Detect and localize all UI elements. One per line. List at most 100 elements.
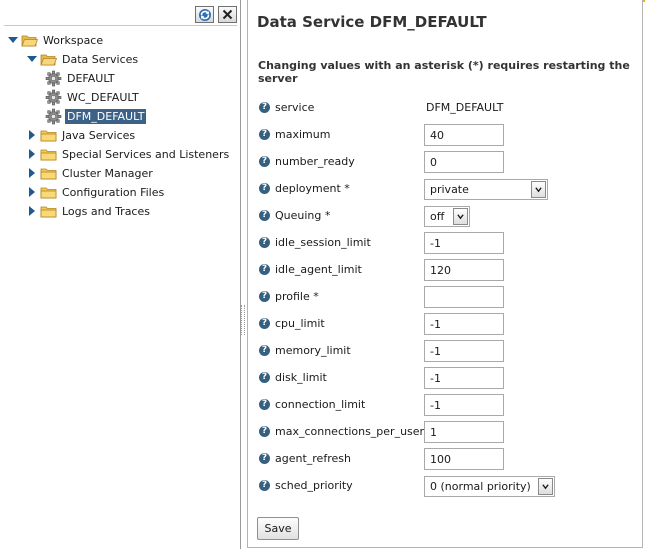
- save-button[interactable]: Save: [257, 517, 299, 540]
- number-ready-input[interactable]: [424, 151, 504, 173]
- tree-item-label: Configuration Files: [62, 185, 165, 199]
- tree-item-cluster-manager[interactable]: Cluster Manager: [26, 164, 155, 182]
- tree-toolbar-divider: [4, 25, 237, 26]
- expand-triangle-icon[interactable]: [26, 206, 37, 217]
- close-panel-button[interactable]: [218, 6, 237, 23]
- profile-input[interactable]: [424, 286, 504, 308]
- help-icon[interactable]: ?: [259, 345, 270, 356]
- field-label-disk-limit: disk_limit: [275, 371, 327, 384]
- field-row-sched-priority: ? sched_priority 0 (normal priority): [248, 475, 642, 497]
- field-row-deployment: ? deployment * private: [248, 178, 642, 200]
- memory-limit-input[interactable]: [424, 340, 504, 362]
- tree-item-workspace[interactable]: Workspace: [7, 31, 105, 49]
- chevron-down-icon[interactable]: [531, 181, 546, 198]
- field-row-connection-limit: ? connection_limit: [248, 394, 642, 416]
- tree-item-data-services[interactable]: Data Services: [26, 50, 140, 68]
- tree-item-label: Workspace: [43, 33, 104, 47]
- expand-triangle-icon[interactable]: [26, 130, 37, 141]
- tree-item-label: Cluster Manager: [62, 166, 153, 180]
- field-label-queuing: Queuing *: [275, 209, 331, 222]
- field-label-agent-refresh: agent_refresh: [275, 452, 351, 465]
- field-label-cpu-limit: cpu_limit: [275, 317, 325, 330]
- field-row-max-connections-per-user: ? max_connections_per_user *: [248, 421, 642, 443]
- tree-item-label: Logs and Traces: [62, 204, 150, 218]
- maximum-input[interactable]: [424, 124, 504, 146]
- chevron-down-icon[interactable]: [538, 478, 553, 495]
- folder-open-icon: [21, 34, 39, 47]
- deployment-select[interactable]: private: [424, 179, 548, 200]
- field-label-idle-session-limit: idle_session_limit: [275, 236, 371, 249]
- help-icon[interactable]: ?: [259, 399, 270, 410]
- folder-icon: [40, 186, 57, 199]
- field-row-service: ? service DFM_DEFAULT: [248, 97, 642, 119]
- help-icon[interactable]: ?: [259, 264, 270, 275]
- cpu-limit-input[interactable]: [424, 313, 504, 335]
- help-icon[interactable]: ?: [259, 237, 270, 248]
- data-service-detail-panel: Data Service DFM_DEFAULT Changing values…: [247, 0, 643, 548]
- tree-item-label: DEFAULT: [67, 71, 115, 85]
- panel-splitter[interactable]: [241, 305, 245, 335]
- sched-priority-selected-value: 0 (normal priority): [430, 480, 531, 493]
- disk-limit-input[interactable]: [424, 367, 504, 389]
- help-icon[interactable]: ?: [259, 291, 270, 302]
- tree-item-label: Data Services: [62, 52, 139, 66]
- folder-open-icon: [40, 53, 58, 66]
- help-icon[interactable]: ?: [259, 453, 270, 464]
- max-connections-per-user-input[interactable]: [424, 421, 504, 443]
- tree-item-label: Java Services: [62, 128, 136, 142]
- tree-item-label: WC_DEFAULT: [67, 90, 139, 104]
- tree-item-special-services-and-listeners[interactable]: Special Services and Listeners: [26, 145, 231, 163]
- field-label-profile: profile *: [275, 290, 319, 303]
- field-label-connection-limit: connection_limit: [275, 398, 366, 411]
- connection-limit-input[interactable]: [424, 394, 504, 416]
- tree-item-logs-and-traces[interactable]: Logs and Traces: [26, 202, 152, 220]
- field-row-profile: ? profile *: [248, 286, 642, 308]
- refresh-button[interactable]: [195, 6, 214, 23]
- field-row-agent-refresh: ? agent_refresh: [248, 448, 642, 470]
- tree-item-java-services[interactable]: Java Services: [26, 126, 137, 144]
- tree-item-dfm-default[interactable]: DFM_DEFAULT: [45, 107, 147, 125]
- field-row-disk-limit: ? disk_limit: [248, 367, 642, 389]
- field-row-memory-limit: ? memory_limit: [248, 340, 642, 362]
- refresh-icon: [198, 8, 211, 21]
- help-icon[interactable]: ?: [259, 210, 270, 221]
- field-row-idle-agent-limit: ? idle_agent_limit: [248, 259, 642, 281]
- field-label-service: service: [275, 101, 315, 114]
- help-icon[interactable]: ?: [259, 183, 270, 194]
- help-icon[interactable]: ?: [259, 480, 270, 491]
- field-label-max-connections-per-user: max_connections_per_user *: [275, 425, 434, 438]
- field-row-idle-session-limit: ? idle_session_limit: [248, 232, 642, 254]
- page-title: Data Service DFM_DEFAULT: [257, 13, 487, 31]
- expand-triangle-icon[interactable]: [26, 168, 37, 179]
- help-icon[interactable]: ?: [259, 156, 270, 167]
- field-row-number-ready: ? number_ready: [248, 151, 642, 173]
- tree-item-wc-default[interactable]: WC_DEFAULT: [45, 88, 141, 106]
- collapse-triangle-icon[interactable]: [7, 35, 18, 46]
- help-icon[interactable]: ?: [259, 102, 270, 113]
- navigation-tree-panel: Workspace Data Services DEFAULT WC_DEFAULT D…: [0, 0, 241, 549]
- tree-toolbar: [0, 0, 240, 24]
- field-label-deployment: deployment *: [275, 182, 350, 195]
- field-label-idle-agent-limit: idle_agent_limit: [275, 263, 362, 276]
- service-value: DFM_DEFAULT: [426, 101, 504, 114]
- idle-session-limit-input[interactable]: [424, 232, 504, 254]
- tree-item-default[interactable]: DEFAULT: [45, 69, 117, 87]
- agent-refresh-input[interactable]: [424, 448, 504, 470]
- chevron-down-icon[interactable]: [453, 208, 468, 225]
- help-icon[interactable]: ?: [259, 318, 270, 329]
- help-icon[interactable]: ?: [259, 426, 270, 437]
- gear-icon: [45, 108, 62, 125]
- collapse-triangle-icon[interactable]: [26, 54, 37, 65]
- help-icon[interactable]: ?: [259, 372, 270, 383]
- expand-triangle-icon[interactable]: [26, 187, 37, 198]
- queuing-select[interactable]: off: [424, 206, 470, 227]
- gear-icon: [45, 89, 62, 106]
- help-icon[interactable]: ?: [259, 129, 270, 140]
- tree-item-configuration-files[interactable]: Configuration Files: [26, 183, 166, 201]
- folder-icon: [40, 205, 57, 218]
- folder-icon: [40, 148, 57, 161]
- gear-icon: [45, 70, 62, 87]
- expand-triangle-icon[interactable]: [26, 149, 37, 160]
- sched-priority-select[interactable]: 0 (normal priority): [424, 476, 555, 497]
- idle-agent-limit-input[interactable]: [424, 259, 504, 281]
